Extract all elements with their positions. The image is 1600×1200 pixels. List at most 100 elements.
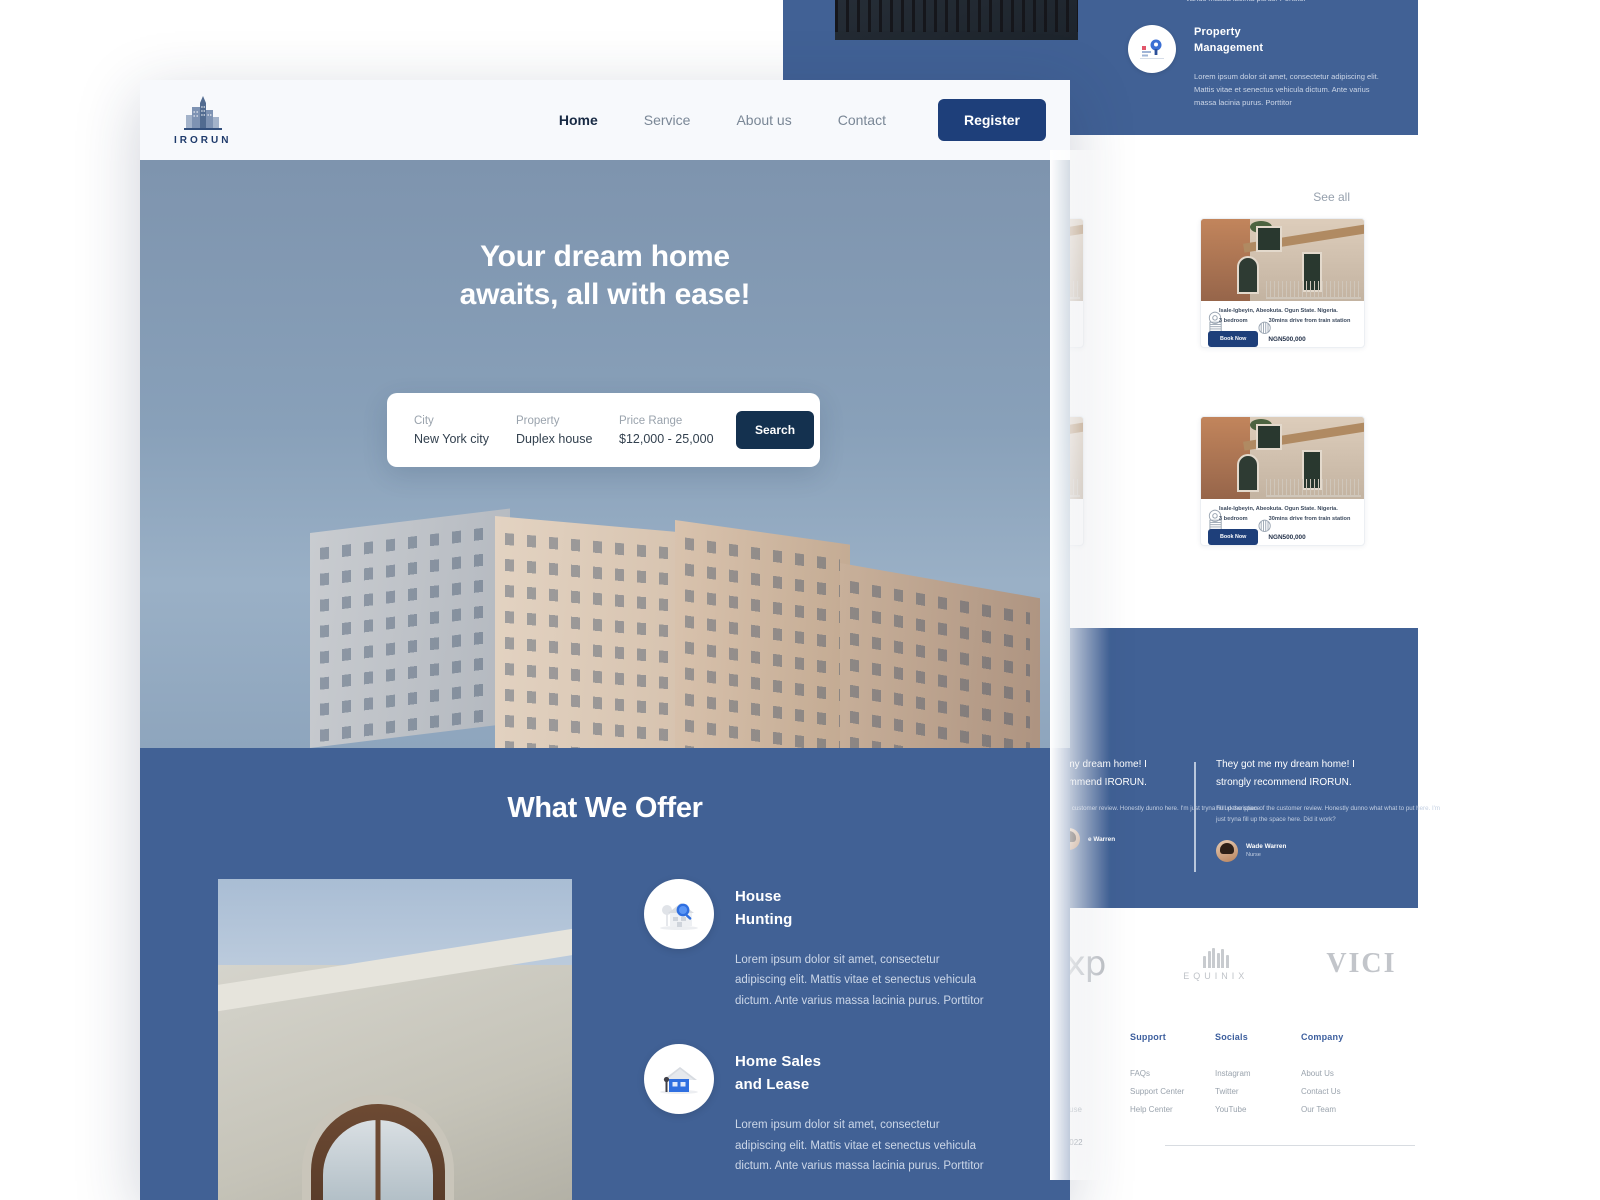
listing-bedrooms: 3 bedroom [1219,515,1248,522]
offer-heading: What We Offer [507,792,703,824]
offer-item-home-sales-and-lease[interactable]: Home Sales and Lease Lorem ipsum dolor s… [644,1044,1032,1176]
equinix-mark-icon [1203,947,1229,968]
book-now-button[interactable]: Book Now [1208,331,1259,347]
footer-link[interactable]: Twitter [1215,1087,1251,1096]
nav-link-home[interactable]: Home [559,112,598,128]
nav-link-contact[interactable]: Contact [838,112,886,128]
location-pin-icon: ◎ [1208,507,1222,524]
offer-title-line2: and Lease [735,1075,810,1093]
hero-heading-line1: Your dream home [480,240,730,273]
train-icon: ◍ [1257,319,1272,336]
testimonial-quote-line2: strongly recommend IRORUN. [1216,776,1352,788]
nav-links: Home Service About us Contact [559,112,886,128]
service-body: Lorem ipsum dolor sit amet, consectetur … [1194,71,1379,108]
offer-photo [218,879,572,1200]
see-all-link[interactable]: See all [1313,190,1350,204]
footer-link[interactable]: Our Team [1301,1105,1343,1114]
footer-link[interactable]: FAQs [1130,1069,1184,1078]
footer-column-head: Support [1130,1032,1166,1042]
top-navigation-bar: IRORUN Home Service About us Contact Reg… [140,80,1070,160]
footer-link[interactable]: YouTube [1215,1105,1251,1114]
book-now-button[interactable]: Book Now [1208,529,1259,545]
avatar [1216,839,1238,862]
house-key-icon [644,1044,714,1115]
footer-column-head: Socials [1215,1032,1248,1042]
footer-link[interactable]: Support Center [1130,1087,1184,1096]
search-field-property[interactable]: Property Duplex house [516,415,619,446]
testimonial-author-name: Wade Warren [1246,843,1287,851]
house-search-icon [644,879,714,949]
hero-building-photo [220,508,1070,748]
footer-column: Socials Instagram Twitter YouTube [1215,1032,1251,1114]
listing-bedrooms: 3 bedroom [1219,317,1248,324]
hero-section: Your dream home awaits, all with ease! C… [140,160,1070,748]
search-price-value[interactable]: $12,000 - 25,000 [619,432,736,446]
footer-link[interactable]: Contact Us [1301,1087,1343,1096]
listing-card[interactable]: ◎ Isale-Igbeyin, Abeokuta. Ogun State. N… [1200,218,1365,348]
listing-photo [1201,417,1364,499]
search-city-value[interactable]: New York city [414,432,516,446]
search-property-label: Property [516,414,560,427]
train-icon: ◍ [1257,517,1272,534]
hero-search-bar[interactable]: City New York city Property Duplex house… [387,393,820,467]
nav-link-about-us[interactable]: About us [736,112,791,128]
offer-title-line2: Hunting [735,910,793,928]
testimonial-author-name: e Warren [1088,835,1116,843]
what-we-offer-section: What We Offer House Hunting Lorem ipsum … [140,748,1070,1200]
listing-distance: 30mins drive from train station [1268,515,1351,522]
footer-divider [1165,1145,1415,1146]
search-field-price-range[interactable]: Price Range $12,000 - 25,000 [619,415,736,446]
offer-items-list: House Hunting Lorem ipsum dolor sit amet… [572,879,1070,1200]
service-title-line2: Management [1194,41,1264,54]
hero-heading: Your dream home awaits, all with ease! [140,238,1070,315]
offer-body: Lorem ipsum dolor sit amet, consectetur … [735,954,984,1007]
search-city-label: City [414,414,434,427]
brand-logo[interactable]: IRORUN [174,94,231,146]
balcony-railing [835,0,1078,32]
bed-icon: ▤ [1208,319,1224,336]
testimonial-body: Full description of the customer review.… [1216,805,1441,824]
brand-name: IRORUN [174,135,232,146]
location-pin-icon: ◎ [1208,309,1222,326]
footer-link[interactable]: About Us [1301,1069,1343,1078]
footer-link[interactable]: Help Center [1130,1105,1184,1114]
testimonial-author-role: Nurse [1246,852,1261,859]
search-price-label: Price Range [619,414,683,427]
listing-price: NGN500,000 [1268,335,1306,343]
service-item-property-management[interactable]: Property Management Lorem ipsum dolor si… [1128,25,1384,110]
logo-equinix: EQUINIX [1183,947,1249,981]
logo-vici: VICI [1326,948,1397,979]
logo-equinix-text: EQUINIX [1183,970,1249,981]
listing-price: NGN500,000 [1268,533,1306,541]
listing-location: Isale-Igbeyin, Abeokuta. Ogun State. Nig… [1219,505,1338,512]
register-button[interactable]: Register [937,99,1046,141]
city-buildings-icon [183,96,222,130]
footer-column: Support FAQs Support Center Help Center [1130,1032,1184,1114]
testimonial-divider [1194,762,1196,872]
main-page-card: IRORUN Home Service About us Contact Reg… [140,80,1070,1200]
offer-title-line1: House [735,888,782,905]
footer-column-head: Company [1301,1032,1344,1042]
offer-title-line1: Home Sales [735,1053,822,1071]
background-balcony-photo [835,0,1078,40]
offer-item-house-hunting[interactable]: House Hunting Lorem ipsum dolor sit amet… [644,879,1032,1011]
testimonial-quote-line1: They got me my dream home! I [1216,759,1355,770]
services-truncated-body: varius massa lacinia purus. Porttitor [1186,0,1306,3]
service-title-line1: Property [1194,26,1241,38]
listing-distance: 30mins drive from train station [1268,317,1351,324]
listing-card[interactable]: ◎ Isale-Igbeyin, Abeokuta. Ogun State. N… [1200,416,1365,546]
offer-body: Lorem ipsum dolor sit amet, consectetur … [735,1119,984,1173]
listing-location: Isale-Igbeyin, Abeokuta. Ogun State. Nig… [1219,307,1338,314]
footer-column: Company About Us Contact Us Our Team [1301,1032,1343,1114]
screenshot-canvas: varius massa lacinia purus. Porttitor Pr… [0,0,1600,1200]
testimonial-card: They got me my dream home! I strongly re… [1194,756,1446,872]
search-property-value[interactable]: Duplex house [516,432,619,446]
listing-photo [1201,219,1364,301]
hero-heading-line2: awaits, all with ease! [459,278,751,312]
bed-icon: ▤ [1208,517,1224,534]
property-management-icon [1128,25,1176,73]
nav-link-service[interactable]: Service [644,112,691,128]
search-field-city[interactable]: City New York city [414,415,516,446]
footer-link[interactable]: Instagram [1215,1069,1251,1078]
search-button[interactable]: Search [736,411,815,449]
